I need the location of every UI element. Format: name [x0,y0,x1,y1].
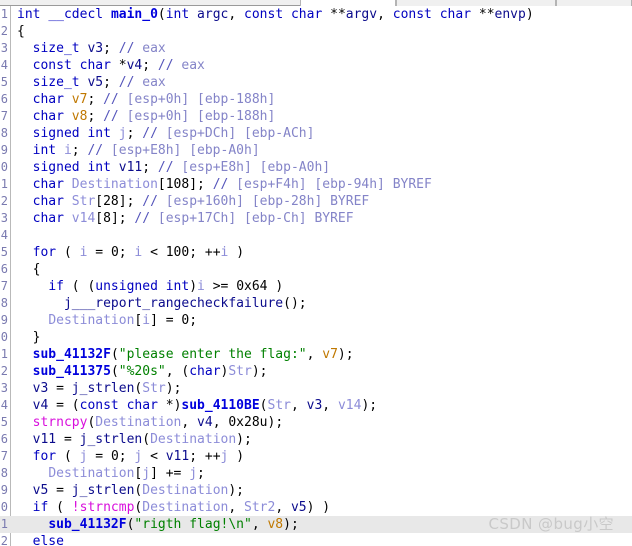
code-line[interactable]: 21 sub_41132F("please enter the flag:", … [0,346,632,363]
line-number: 5 [0,75,8,89]
code-line[interactable]: 26 v11 = j_strlen(Destination); [0,431,632,448]
code-line[interactable]: 15 for ( i = 0; i < 100; ++i ) [0,244,632,261]
line-number: 4 [0,58,8,72]
code-line[interactable]: 3 size_t v3; // eax [0,40,632,57]
code-line[interactable]: 29 v5 = j_strlen(Destination); [0,482,632,499]
code-line[interactable]: 32 else [0,533,632,546]
pseudocode-window: 1 int __cdecl main_0(int argc, const char… [0,0,632,546]
code-text[interactable]: for ( j = 0; j < v11; ++j ) [17,448,244,465]
line-number: 27 [0,449,8,463]
code-line[interactable]: 24 v4 = (const char *)sub_4110BE(Str, v3… [0,397,632,414]
line-number: 23 [0,381,8,395]
watermark: CSDN @bug小空 [488,515,614,533]
code-text[interactable]: for ( i = 0; i < 100; ++i ) [17,244,244,261]
line-number: 3 [0,41,8,55]
code-line[interactable]: 19 Destination[i] = 0; [0,312,632,329]
code-lines[interactable]: 1 int __cdecl main_0(int argc, const char… [0,6,632,546]
code-line[interactable]: 27 for ( j = 0; j < v11; ++j ) [0,448,632,465]
line-number: 12 [0,194,8,208]
code-text[interactable]: if ( !strncmp(Destination, Str2, v5) ) [17,499,330,516]
code-line[interactable]: 20 } [0,329,632,346]
code-text[interactable]: sub_41132F("rigth flag!\n", v8); [17,516,298,533]
code-text[interactable]: char Str[28]; // [esp+160h] [ebp-28h] BY… [17,193,370,210]
code-text[interactable]: char Destination[108]; // [esp+F4h] [ebp… [17,176,432,193]
code-line[interactable]: 7 char v8; // [esp+0h] [ebp-188h] [0,108,632,125]
code-text[interactable]: size_t v3; // eax [17,40,166,57]
code-text[interactable]: char v7; // [esp+0h] [ebp-188h] [17,91,276,108]
line-number: 16 [0,262,8,276]
code-text[interactable]: strncpy(Destination, v4, 0x28u); [17,414,283,431]
code-line[interactable]: 14 [0,227,632,244]
line-number: 10 [0,160,8,174]
code-line[interactable]: 17 if ( (unsigned int)i >= 0x64 ) [0,278,632,295]
code-text[interactable]: Destination[j] += j; [17,465,205,482]
line-number: 8 [0,126,8,140]
line-number: 22 [0,364,8,378]
code-line[interactable]: 23 v3 = j_strlen(Str); [0,380,632,397]
line-number: 15 [0,245,8,259]
code-line[interactable]: 22 sub_411375("%20s", (char)Str); [0,363,632,380]
code-text[interactable]: const char *v4; // eax [17,57,205,74]
code-text[interactable]: sub_411375("%20s", (char)Str); [17,363,268,380]
code-text[interactable]: else [17,533,64,546]
code-text[interactable]: signed int v11; // [esp+E8h] [ebp-A0h] [17,159,330,176]
line-number: 25 [0,415,8,429]
code-text[interactable]: char v8; // [esp+0h] [ebp-188h] [17,108,276,125]
code-line[interactable]: 4 const char *v4; // eax [0,57,632,74]
code-line[interactable]: 9 int i; // [esp+E8h] [ebp-A0h] [0,142,632,159]
line-number: 9 [0,143,8,157]
line-number: 19 [0,313,8,327]
line-number: 2 [0,24,8,38]
code-line[interactable]: 25 strncpy(Destination, v4, 0x28u); [0,414,632,431]
line-number: 28 [0,466,8,480]
code-text[interactable]: { [17,261,41,278]
code-text[interactable]: int __cdecl main_0(int argc, const char … [17,6,534,23]
line-number: 21 [0,347,8,361]
code-line[interactable]: 12 char Str[28]; // [esp+160h] [ebp-28h]… [0,193,632,210]
code-line[interactable]: 10 signed int v11; // [esp+E8h] [ebp-A0h… [0,159,632,176]
code-line[interactable]: 1 int __cdecl main_0(int argc, const char… [0,6,632,23]
code-text[interactable]: size_t v5; // eax [17,74,166,91]
code-text[interactable]: if ( (unsigned int)i >= 0x64 ) [17,278,283,295]
code-text[interactable]: v3 = j_strlen(Str); [17,380,182,397]
code-text[interactable]: v11 = j_strlen(Destination); [17,431,252,448]
code-text[interactable]: } [17,329,41,346]
code-text[interactable]: j___report_rangecheckfailure(); [17,295,307,312]
line-number: 13 [0,211,8,225]
code-text[interactable]: Destination[i] = 0; [17,312,197,329]
line-number: 14 [0,228,8,242]
code-text[interactable]: v5 = j_strlen(Destination); [17,482,244,499]
line-number: 31 [0,517,8,531]
line-number: 18 [0,296,8,310]
line-number: 32 [0,534,8,546]
line-number: 20 [0,330,8,344]
line-number: 6 [0,92,8,106]
line-number: 11 [0,177,8,191]
code-line[interactable]: 11 char Destination[108]; // [esp+F4h] [… [0,176,632,193]
line-number: 1 [0,7,8,21]
pseudocode-editor[interactable]: 1 int __cdecl main_0(int argc, const char… [0,6,632,546]
code-text[interactable]: { [17,23,25,40]
code-text[interactable]: v4 = (const char *)sub_4110BE(Str, v3, v… [17,397,377,414]
code-line[interactable]: 2{ [0,23,632,40]
line-number: 26 [0,432,8,446]
code-line[interactable]: 28 Destination[j] += j; [0,465,632,482]
code-line[interactable]: 13 char v14[8]; // [esp+17Ch] [ebp-Ch] B… [0,210,632,227]
line-number: 24 [0,398,8,412]
code-line[interactable]: 18 j___report_rangecheckfailure(); [0,295,632,312]
code-line[interactable]: 6 char v7; // [esp+0h] [ebp-188h] [0,91,632,108]
line-number: 30 [0,500,8,514]
code-text[interactable]: char v14[8]; // [esp+17Ch] [ebp-Ch] BYRE… [17,210,354,227]
code-text[interactable]: sub_41132F("please enter the flag:", v7)… [17,346,354,363]
line-number: 29 [0,483,8,497]
line-number: 7 [0,109,8,123]
code-line[interactable]: 16 { [0,261,632,278]
code-line[interactable]: 5 size_t v5; // eax [0,74,632,91]
code-text[interactable]: int i; // [esp+E8h] [ebp-A0h] [17,142,260,159]
code-text[interactable]: signed int j; // [esp+DCh] [ebp-ACh] [17,125,315,142]
line-number: 17 [0,279,8,293]
code-line[interactable]: 8 signed int j; // [esp+DCh] [ebp-ACh] [0,125,632,142]
